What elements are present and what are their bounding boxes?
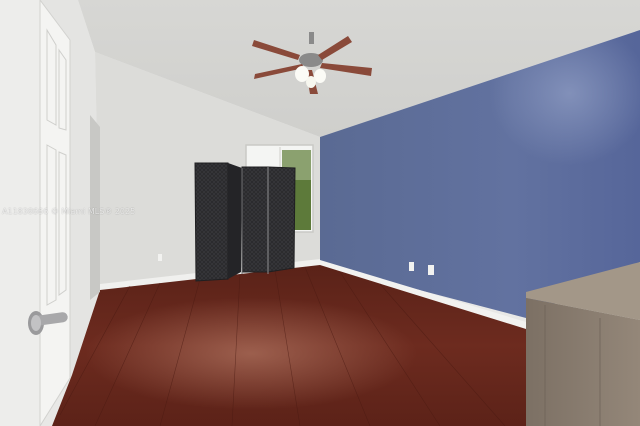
outlet-icon bbox=[428, 265, 434, 275]
outlet-icon bbox=[409, 262, 414, 271]
room-divider bbox=[194, 162, 296, 282]
mls-watermark: A11838666 © Miami MLS® 2025 bbox=[2, 207, 136, 216]
outlet-icon bbox=[158, 254, 162, 261]
